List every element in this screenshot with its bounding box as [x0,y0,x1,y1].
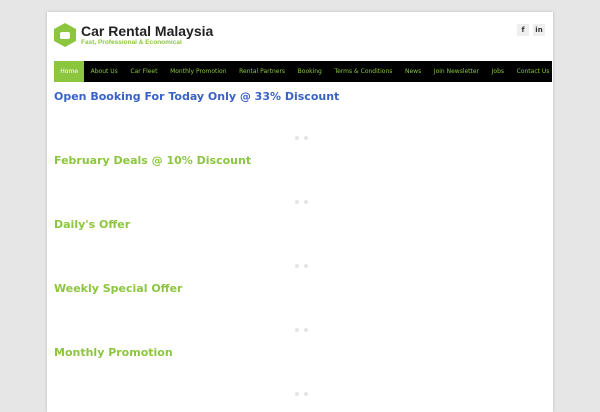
nav-item-monthly-promotion[interactable]: Monthly Promotion [164,61,233,82]
nav-item-join-newsletter[interactable]: Join Newsletter [428,61,486,82]
nav-item-news[interactable]: News [399,61,428,82]
promo-section: Monthly Promotion [54,346,308,396]
section-heading[interactable]: Weekly Special Offer [54,282,182,295]
section-heading[interactable]: Open Booking For Today Only @ 33% Discou… [54,90,339,103]
logo-title: Car Rental Malaysia [81,23,214,39]
nav-item-about-us[interactable]: About Us [84,61,124,82]
nav-item-contact-us[interactable]: Contact Us [510,61,555,82]
section-heading[interactable]: February Deals @ 10% Discount [54,154,251,167]
promo-section: Weekly Special Offer [54,282,308,332]
promo-section: February Deals @ 10% Discount [54,154,308,204]
section-heading[interactable]: Daily's Offer [54,218,130,231]
loading-dots [295,200,308,204]
nav-item-home[interactable]: Home [54,61,85,82]
main-nav: Home About Us Car Fleet Monthly Promotion Re… [54,61,552,82]
nav-item-booking[interactable]: Booking [291,61,328,82]
car-logo-icon [54,23,76,47]
loading-dots [295,264,308,268]
nav-item-terms-conditions[interactable]: Terms & Conditions [328,61,399,82]
facebook-icon[interactable]: f [517,24,529,36]
loading-dots [295,328,308,332]
promo-section: Open Booking For Today Only @ 33% Discou… [54,90,339,140]
linkedin-icon[interactable]: in [533,24,545,36]
section-heading[interactable]: Monthly Promotion [54,346,173,359]
logo[interactable]: Car Rental Malaysia Fast, Professional &… [54,23,213,47]
page: Car Rental Malaysia Fast, Professional &… [47,12,553,412]
loading-dots [295,136,308,140]
logo-tagline: Fast, Professional & Economical [81,39,182,46]
promo-section: Daily's Offer [54,218,308,268]
nav-item-car-fleet[interactable]: Car Fleet [124,61,164,82]
loading-dots [295,392,308,396]
nav-item-rental-partners[interactable]: Rental Partners [233,61,292,82]
nav-item-jobs[interactable]: Jobs [485,61,510,82]
